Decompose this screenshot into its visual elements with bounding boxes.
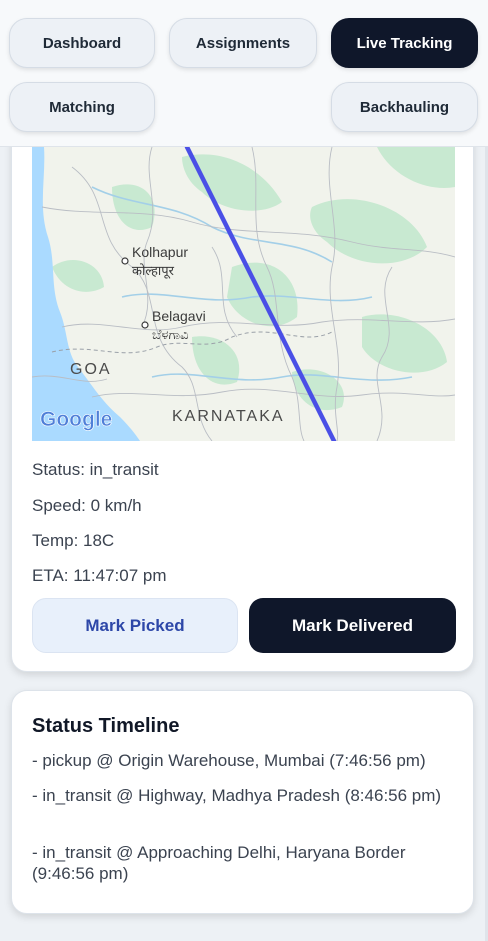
timeline-title: Status Timeline	[32, 715, 180, 737]
route-map[interactable]: Kolhapur कोल्हापूर Belagavi ಬೆಳಗಾವಿ GOA …	[32, 147, 455, 441]
speed-text: Speed: 0 km/h	[32, 496, 142, 515]
google-logo: Google	[40, 408, 112, 431]
mark-delivered-button[interactable]: Mark Delivered	[249, 598, 456, 653]
nav-dashboard-button[interactable]: Dashboard	[9, 18, 155, 68]
timeline-item: - in_transit @ Approaching Delhi, Haryan…	[32, 843, 406, 883]
region-label-goa: GOA	[70, 361, 112, 378]
belagavi-marker	[141, 321, 149, 329]
place-label-kolhapur: Kolhapur	[132, 244, 188, 260]
timeline-item: - pickup @ Origin Warehouse, Mumbai (7:4…	[32, 751, 426, 770]
place-label-kolhapur-local: कोल्हापूर	[132, 263, 175, 279]
timeline-item: - in_transit @ Highway, Madhya Pradesh (…	[32, 786, 442, 805]
region-label-karnataka: KARNATAKA	[172, 408, 285, 425]
nav-backhauling-button[interactable]: Backhauling	[331, 82, 478, 132]
live-tracking-card: Kolhapur कोल्हापूर Belagavi ಬೆಳಗಾವಿ GOA …	[11, 110, 474, 672]
nav-live-tracking-button[interactable]: Live Tracking	[331, 18, 478, 68]
place-label-belagavi: Belagavi	[152, 308, 206, 324]
map-canvas: Kolhapur कोल्हापूर Belagavi ಬೆಳಗಾವಿ GOA …	[32, 147, 455, 441]
nav-matching-button[interactable]: Matching	[9, 82, 155, 132]
temperature-text: Temp: 18C	[32, 531, 115, 550]
eta-text: ETA: 11:47:07 pm	[32, 566, 167, 585]
kolhapur-marker	[121, 257, 129, 265]
status-text: Status: in_transit	[32, 460, 159, 479]
status-timeline-card: Status Timeline - pickup @ Origin Wareho…	[11, 690, 474, 914]
nav-assignments-button[interactable]: Assignments	[169, 18, 317, 68]
mark-picked-button[interactable]: Mark Picked	[32, 598, 238, 653]
top-navigation: Dashboard Assignments Live Tracking Matc…	[0, 0, 488, 147]
place-label-belagavi-local: ಬೆಳಗಾವಿ	[152, 328, 188, 343]
